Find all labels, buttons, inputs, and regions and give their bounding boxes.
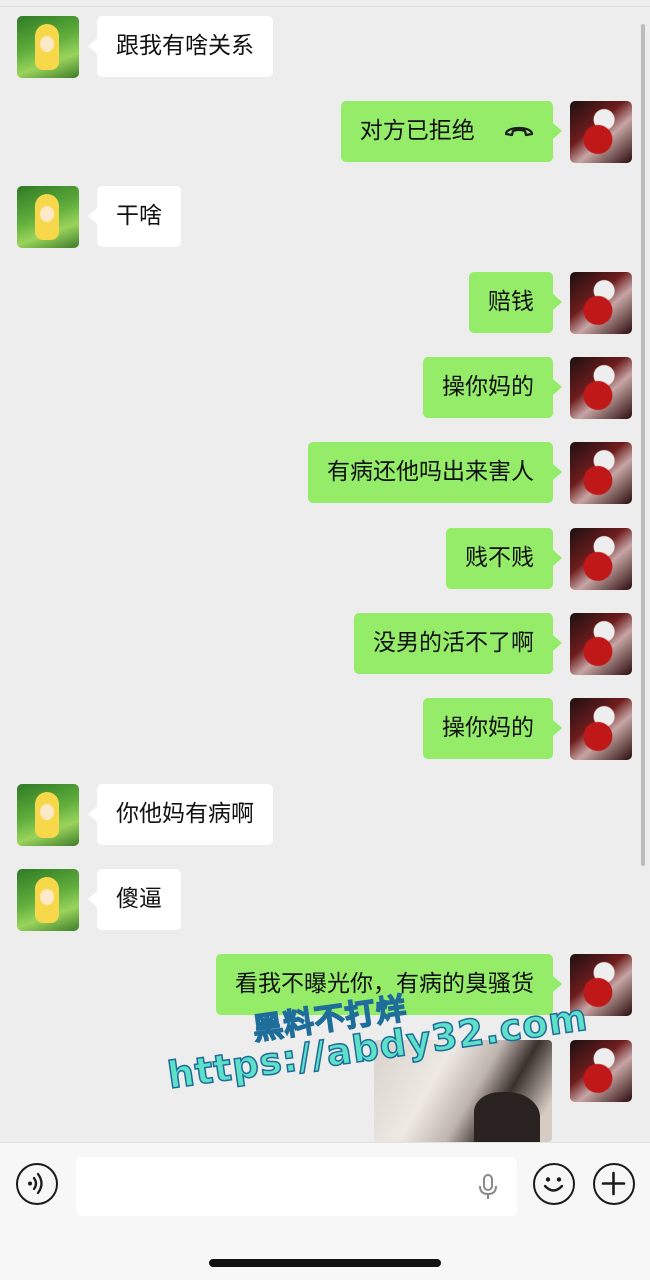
my-avatar[interactable] [570,357,632,419]
home-indicator[interactable] [209,1259,441,1267]
message-row-sent: 赔钱 [0,272,650,336]
message-row-received: 跟我有啥关系 [0,16,650,80]
more-button[interactable] [593,1163,635,1205]
microphone-icon[interactable] [477,1173,499,1201]
message-row-received: 你他妈有病啊 [0,784,650,848]
message-bubble[interactable]: 你他妈有病啊 [88,784,273,845]
message-bubble[interactable]: 看我不曝光你，有病的臭骚货 [216,954,562,1015]
hangup-icon [504,123,534,136]
scrollbar[interactable] [641,24,645,866]
message-row-sent: 没男的活不了啊 [0,613,650,677]
message-row-sent: 操你妈的 [0,357,650,421]
contact-avatar[interactable] [17,784,79,846]
plus-icon [601,1171,626,1196]
message-row-received: 傻逼 [0,869,650,933]
message-bubble[interactable]: 贱不贱 [446,528,562,589]
contact-avatar[interactable] [17,869,79,931]
contact-avatar[interactable] [17,186,79,248]
message-bubble[interactable]: 傻逼 [88,869,181,930]
image-message[interactable] [374,1040,552,1142]
my-avatar[interactable] [570,528,632,590]
message-bubble[interactable]: 操你妈的 [423,698,562,759]
message-row-sent: 操你妈的 [0,698,650,762]
divider [0,6,650,7]
message-bubble[interactable]: 有病还他吗出来害人 [308,442,562,503]
message-row-sent: 对方已拒绝 [0,101,650,165]
message-bubble[interactable]: 没男的活不了啊 [354,613,562,674]
emoji-icon [543,1177,564,1192]
message-input[interactable] [76,1157,517,1216]
call-record-bubble[interactable]: 对方已拒绝 [340,101,563,162]
message-row-sent: 贱不贱 [0,528,650,592]
voice-mode-button[interactable] [16,1163,58,1205]
emoji-button[interactable] [533,1163,575,1205]
my-avatar[interactable] [570,698,632,760]
voice-mode-icon [28,1172,43,1195]
my-avatar[interactable] [570,613,632,675]
message-row-sent [0,1040,650,1104]
message-row-received: 干啥 [0,186,650,250]
call-status-text: 对方已拒绝 [359,118,475,144]
contact-avatar[interactable] [17,16,79,78]
message-bubble[interactable]: 干啥 [88,186,181,247]
input-bar [0,1142,650,1280]
message-bubble[interactable]: 跟我有啥关系 [88,16,273,77]
my-avatar[interactable] [570,272,632,334]
my-avatar[interactable] [570,954,632,1016]
my-avatar[interactable] [570,442,632,504]
message-row-sent: 有病还他吗出来害人 [0,442,650,506]
chat-area[interactable]: 跟我有啥关系 对方已拒绝 干啥 赔钱 操你妈的 有病还他吗出来害人 贱不贱 没男… [0,0,650,1142]
message-bubble[interactable]: 操你妈的 [423,357,562,418]
my-avatar[interactable] [570,1040,632,1102]
my-avatar[interactable] [570,101,632,163]
message-row-sent: 看我不曝光你，有病的臭骚货 [0,954,650,1018]
message-bubble[interactable]: 赔钱 [469,272,562,333]
